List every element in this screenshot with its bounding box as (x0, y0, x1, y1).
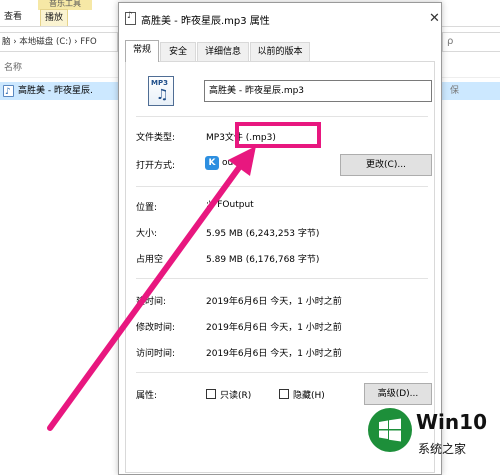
ribbon-tab-play[interactable]: 播放 (40, 9, 69, 26)
mp3-file-icon (125, 11, 136, 25)
accessed-value: 2019年6月6日 今天，1 小时之前 (206, 349, 342, 359)
search-box[interactable]: ρ (442, 32, 500, 52)
change-button[interactable]: 更改(C)... (340, 154, 432, 176)
modified-label: 修改时间: (136, 323, 176, 333)
open-with-value: ou (222, 158, 234, 168)
address-bar[interactable]: 脑 › 本地磁盘 (C:) › FFO (0, 32, 118, 52)
advanced-button[interactable]: 高级(D)... (364, 383, 432, 405)
music-file-icon (3, 83, 14, 100)
kugou-app-icon: K (205, 156, 219, 170)
ribbon-tab-view[interactable]: 查看 (0, 9, 26, 26)
size-value: 5.95 MB (6,243,253 字节) (206, 229, 320, 239)
location-label: 位置: (136, 203, 158, 213)
file-list-item[interactable]: 高胜美 - 昨夜星辰. (0, 82, 118, 100)
file-type-value: MP3文件 (.mp3) (206, 133, 276, 143)
file-row-extra: 保 (442, 82, 500, 100)
accessed-label: 访问时间: (136, 349, 176, 359)
column-header-name[interactable]: 名称 (0, 58, 118, 78)
disk-size-label: 占用空 (136, 255, 164, 265)
readonly-checkbox[interactable] (206, 389, 216, 399)
divider (136, 278, 428, 279)
disk-size-value: 5.89 MB (6,176,768 字节) (206, 255, 320, 265)
location-value: :\FFOutput (206, 200, 254, 210)
tab-previous-versions[interactable]: 以前的版本 (250, 42, 310, 61)
created-label: 建时间: (136, 297, 167, 307)
search-icon: ρ (447, 36, 454, 47)
modified-value: 2019年6月6日 今天，1 小时之前 (206, 323, 342, 333)
divider (136, 186, 428, 187)
column-header-extra[interactable] (442, 58, 500, 78)
watermark-subtitle: 系统之家 (418, 442, 467, 456)
file-type-label: 文件类型: (136, 133, 176, 143)
tab-details[interactable]: 详细信息 (197, 42, 249, 61)
readonly-label[interactable]: 只读(R) (220, 388, 251, 401)
divider (136, 372, 428, 373)
dialog-title: 高胜美 - 昨夜星辰.mp3 属性 (141, 16, 270, 27)
attributes-label: 属性: (136, 391, 158, 401)
music-note-icon: ♫ (156, 87, 169, 103)
hidden-label[interactable]: 隐藏(H) (293, 388, 325, 401)
mp3-large-icon: MP3 ♫ (148, 76, 174, 106)
file-name: 高胜美 - 昨夜星辰. (18, 86, 93, 96)
mp3-tag: MP3 (151, 79, 168, 87)
windows-logo-icon (379, 418, 401, 442)
watermark-brand: Win10 (416, 410, 487, 434)
divider (136, 116, 428, 117)
tab-general[interactable]: 常规 (125, 40, 159, 62)
hidden-checkbox[interactable] (279, 389, 289, 399)
file-name-field[interactable]: 高胜美 - 昨夜星辰.mp3 (204, 80, 432, 102)
title-bar[interactable]: 高胜美 - 昨夜星辰.mp3 属性 ✕ (119, 3, 441, 33)
close-icon[interactable]: ✕ (429, 12, 440, 25)
tab-security[interactable]: 安全 (160, 42, 196, 61)
created-value: 2019年6月6日 今天，1 小时之前 (206, 297, 342, 307)
open-with-label: 打开方式: (136, 161, 176, 171)
size-label: 大小: (136, 229, 158, 239)
properties-dialog: 高胜美 - 昨夜星辰.mp3 属性 ✕ 常规 安全 详细信息 以前的版本 MP3… (118, 2, 442, 475)
